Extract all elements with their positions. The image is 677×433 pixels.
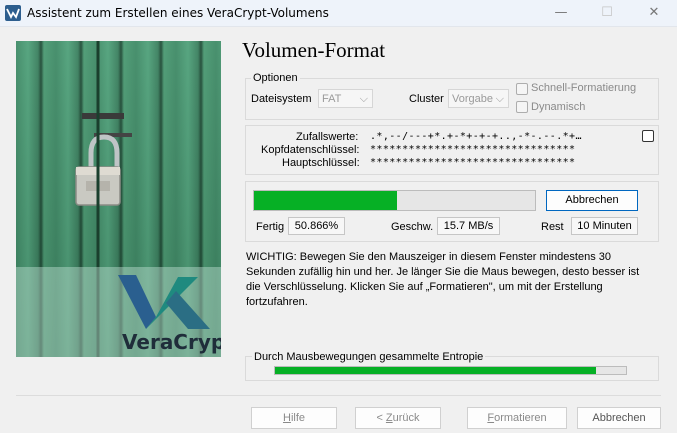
dynamic-label: Dynamisch — [531, 101, 586, 113]
entropy-label: Durch Mausbewegungen gesammelte Entropie — [252, 351, 486, 363]
instruction-text: WICHTIG: Bewegen Sie den Mauszeiger in d… — [246, 251, 640, 308]
format-button[interactable]: Formatieren — [467, 407, 567, 429]
help-rest: ilfe — [290, 412, 305, 424]
back-rest: urück — [392, 412, 420, 424]
abort-button[interactable]: Abbrechen — [546, 190, 638, 211]
maximize-button[interactable]: ☐ — [584, 0, 630, 26]
veracrypt-logo-text: VeraCrypt — [122, 330, 221, 354]
format-progress-bar — [253, 190, 536, 211]
speed-label: Geschw. — [391, 221, 434, 233]
remaining-label: Rest — [541, 221, 564, 233]
speed-value: 15.7 MB/s — [437, 217, 500, 235]
back-button[interactable]: < Zurück — [355, 407, 441, 429]
filesystem-value: FAT — [322, 93, 342, 105]
close-button[interactable]: ✕ — [631, 0, 677, 26]
header-key-label: Kopfdatenschlüssel: — [261, 144, 360, 156]
filesystem-label: Dateisystem — [251, 93, 312, 105]
quick-format-label: Schnell-Formatierung — [531, 82, 637, 94]
veracrypt-app-icon — [5, 5, 21, 21]
format-progress-fill — [254, 191, 397, 210]
header-key-value: ******************************** — [370, 144, 576, 155]
entropy-bar — [274, 366, 627, 375]
format-rest: ormatieren — [494, 412, 547, 424]
chevron-down-icon: ⌵ — [495, 93, 504, 105]
random-pool-label: Zufallswerte: — [296, 131, 359, 143]
entropy-bar-fill — [275, 367, 597, 374]
window-title: Assistent zum Erstellen eines VeraCrypt-… — [27, 6, 329, 20]
cancel-button[interactable]: Abbrechen — [577, 407, 661, 429]
master-key-value: ******************************** — [370, 157, 576, 168]
help-accel: H — [282, 412, 291, 424]
cluster-select[interactable]: Vorgabe ⌵ — [448, 89, 509, 108]
page-title: Volumen-Format — [242, 38, 386, 62]
remaining-value: 10 Minuten — [571, 217, 638, 235]
done-label: Fertig — [256, 221, 285, 233]
dynamic-checkbox[interactable] — [516, 101, 528, 113]
options-legend: Optionen — [251, 72, 300, 84]
footer-separator — [16, 395, 661, 396]
done-value: 50.866% — [288, 217, 345, 235]
show-keys-checkbox[interactable] — [642, 130, 654, 142]
cluster-value: Vorgabe — [452, 93, 493, 105]
minimize-button[interactable]: — — [538, 0, 584, 26]
help-button[interactable]: Hilfe — [251, 407, 337, 429]
back-accel: Z — [385, 412, 393, 424]
random-pool-value: .*,--/---+*.+-*+-+-+..,-*-.--.*+… — [370, 131, 582, 142]
veracrypt-logo-mark — [118, 275, 210, 329]
back-prefix: < — [376, 412, 386, 424]
wizard-side-image: VeraCrypt — [16, 41, 221, 357]
chevron-down-icon: ⌵ — [359, 93, 368, 105]
cluster-label: Cluster — [409, 93, 444, 105]
quick-format-checkbox[interactable] — [516, 83, 528, 95]
master-key-label: Hauptschlüssel: — [282, 157, 360, 169]
filesystem-select[interactable]: FAT ⌵ — [318, 89, 373, 108]
